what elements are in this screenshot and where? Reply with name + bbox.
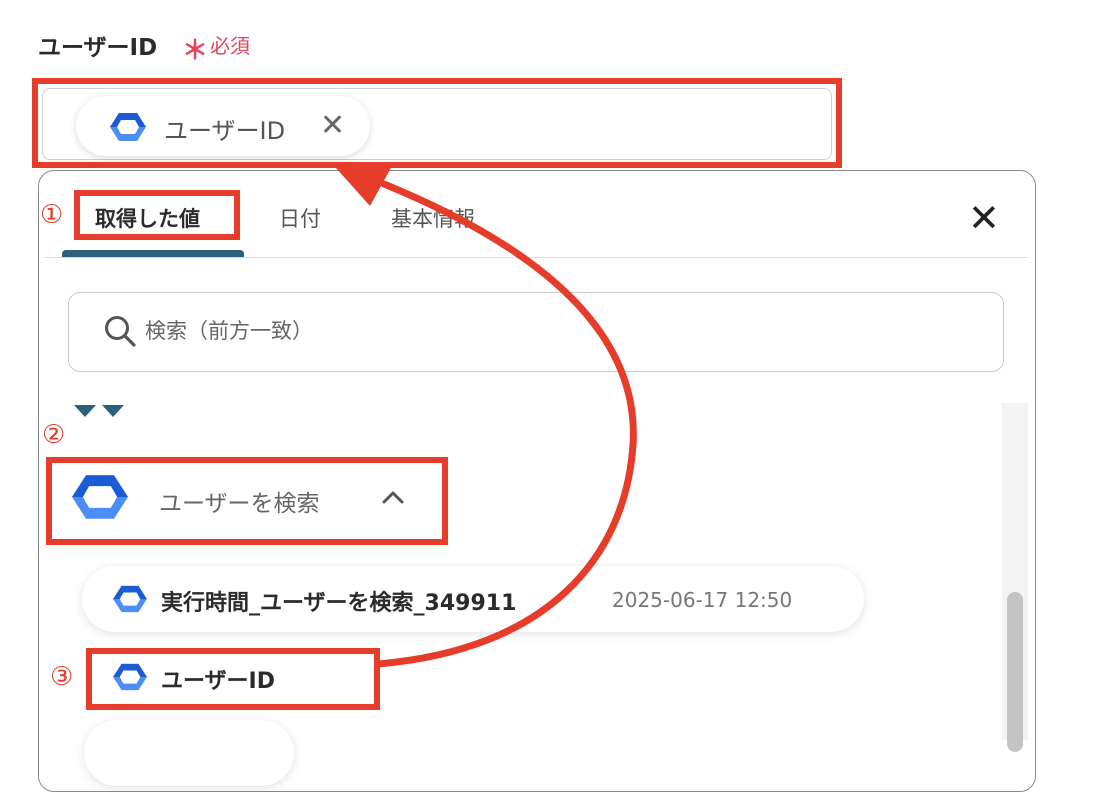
list-item-value: 2025-06-17 12:50 (612, 588, 793, 612)
search-icon (103, 314, 137, 352)
scrollbar-thumb[interactable] (1007, 592, 1023, 752)
close-panel-button[interactable]: ✕ (968, 196, 1000, 240)
highlight-box (32, 78, 842, 168)
highlight-box (46, 457, 448, 545)
highlight-box (86, 648, 380, 710)
list-item[interactable] (84, 720, 294, 786)
cloud-identity-icon (113, 584, 147, 618)
step-number: ① (40, 200, 64, 230)
search-input[interactable] (145, 316, 965, 346)
required-mark: ＊ (182, 36, 209, 66)
list-item-label: 実行時間_ユーザーを検索_349911 (161, 591, 517, 616)
highlight-box (74, 190, 240, 240)
step-number: ② (42, 420, 66, 450)
tab-date[interactable]: 日付 (279, 203, 321, 233)
field-label: ユーザーID (38, 35, 158, 61)
step-number: ③ (50, 662, 74, 692)
tab-basic-info[interactable]: 基本情報 (391, 203, 475, 233)
collapse-all-icon[interactable] (74, 403, 126, 423)
tab-divider (44, 257, 1028, 258)
required-text: 必須 (210, 34, 250, 58)
